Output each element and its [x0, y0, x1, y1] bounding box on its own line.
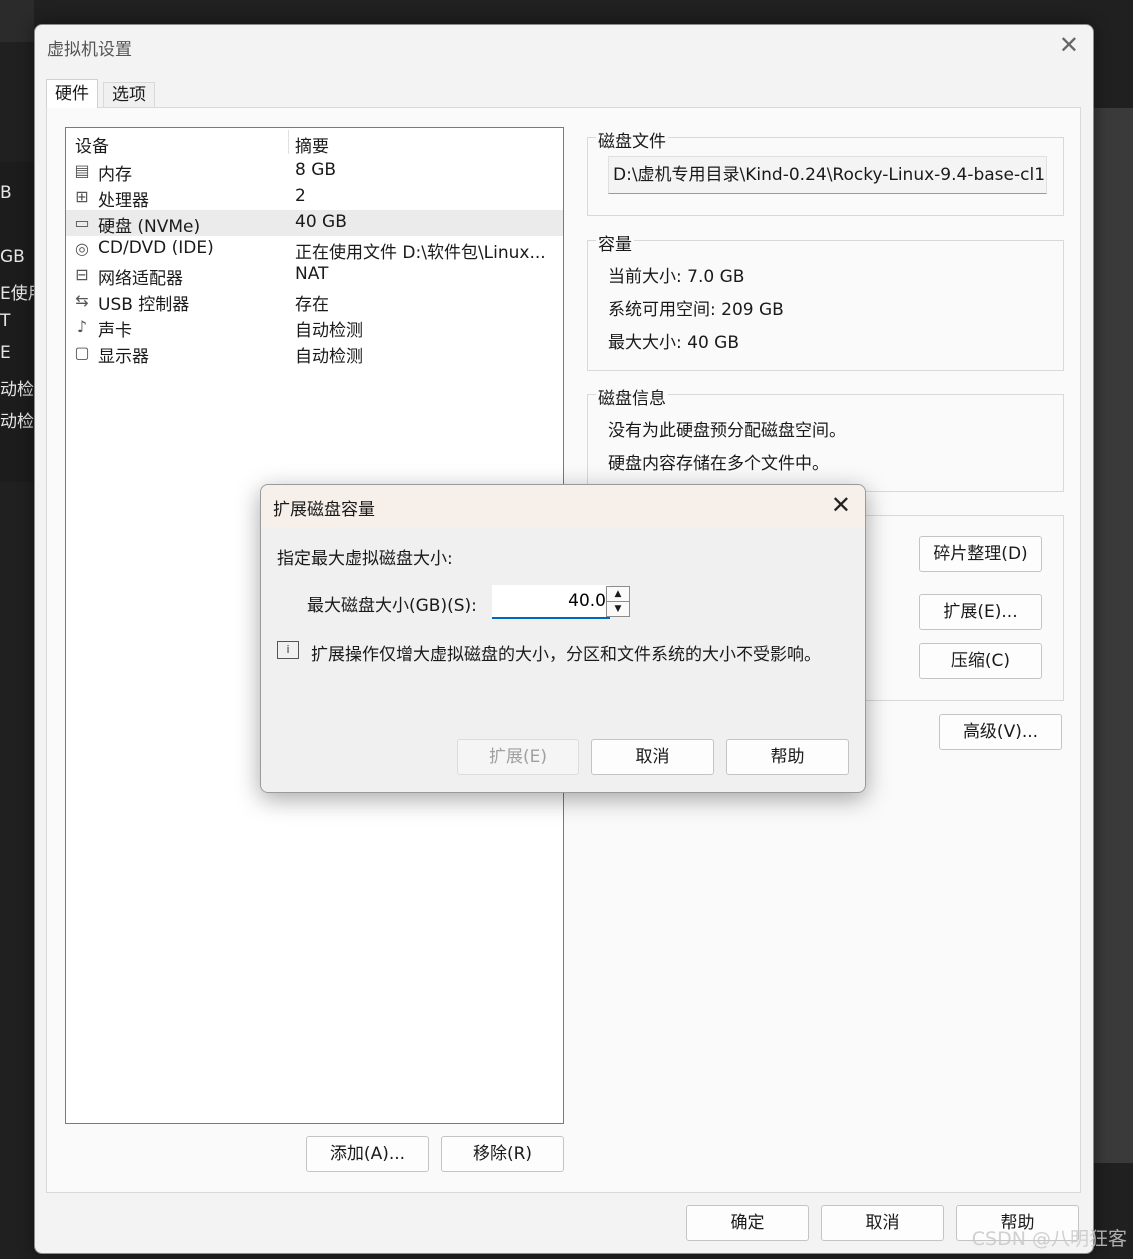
close-icon[interactable]: ✕: [1059, 31, 1079, 59]
device-summary: NAT: [295, 264, 329, 284]
spin-up-icon[interactable]: ▲: [606, 586, 630, 602]
available-space: 系统可用空间: 209 GB: [608, 300, 784, 320]
cd-icon: ◎: [75, 239, 89, 258]
device-summary: 自动检测: [295, 321, 363, 341]
device-summary: 存在: [295, 295, 329, 315]
monitor-icon: ▢: [74, 343, 90, 362]
expand-disk-dialog: 扩展磁盘容量 ✕ 指定最大虚拟磁盘大小: 最大磁盘大小(GB)(S): ▲ ▼ …: [260, 484, 866, 793]
network-icon: ⊟: [75, 265, 89, 284]
device-row-cd-dvd[interactable]: ◎ CD/DVD (IDE) 正在使用文件 D:\软件包\Linux...: [66, 236, 563, 263]
column-header-summary[interactable]: 摘要: [295, 132, 329, 157]
watermark: CSDN @八明狂客: [971, 1228, 1127, 1250]
disk-info-group: 磁盘信息 没有为此硬盘预分配磁盘空间。 硬盘内容存储在多个文件中。: [587, 384, 1064, 492]
max-size-input[interactable]: [492, 585, 610, 619]
ok-button[interactable]: 确定: [686, 1205, 809, 1241]
device-summary: 40 GB: [295, 212, 347, 232]
dialog-info-text: 扩展操作仅增大虚拟磁盘的大小，分区和文件系统的大小不受影响。: [311, 645, 821, 665]
speaker-icon: ♪: [76, 317, 88, 336]
device-name: CD/DVD (IDE): [98, 238, 214, 258]
group-title: 磁盘信息: [596, 384, 668, 409]
device-row-network[interactable]: ⊟ 网络适配器 NAT: [66, 262, 563, 289]
device-summary: 8 GB: [295, 160, 337, 180]
expand-button[interactable]: 扩展(E)...: [919, 594, 1042, 630]
current-size: 当前大小: 7.0 GB: [608, 267, 745, 287]
column-header-device[interactable]: 设备: [75, 132, 109, 157]
max-size-label: 最大磁盘大小(GB)(S):: [307, 596, 477, 616]
background-text: E: [0, 343, 11, 363]
compact-button[interactable]: 压缩(C): [919, 643, 1042, 679]
dialog-title: 扩展磁盘容量: [273, 500, 375, 520]
usb-icon: ⇆: [75, 291, 89, 310]
device-name: USB 控制器: [98, 295, 190, 315]
tab-hardware[interactable]: 硬件: [46, 79, 98, 108]
cancel-button[interactable]: 取消: [821, 1205, 944, 1241]
disk-file-group: 磁盘文件 D:\虚机专用目录\Kind-0.24\Rocky-Linux-9.4…: [587, 127, 1064, 216]
background-text: B: [0, 183, 12, 203]
dialog-expand-button[interactable]: 扩展(E): [457, 739, 579, 775]
hard-disk-icon: ▭: [74, 213, 90, 232]
dialog-prompt: 指定最大虚拟磁盘大小:: [277, 549, 453, 569]
device-summary: 自动检测: [295, 347, 363, 367]
remove-device-button[interactable]: 移除(R): [441, 1136, 564, 1172]
dialog-cancel-button[interactable]: 取消: [591, 739, 714, 775]
device-name: 内存: [98, 165, 132, 185]
defrag-button[interactable]: 碎片整理(D): [919, 536, 1042, 572]
dialog-titlebar: 扩展磁盘容量 ✕: [261, 485, 865, 527]
device-row-processor[interactable]: ⊞ 处理器 2: [66, 184, 563, 211]
device-row-usb[interactable]: ⇆ USB 控制器 存在: [66, 288, 563, 315]
device-name: 硬盘 (NVMe): [98, 217, 201, 237]
device-row-sound[interactable]: ♪ 声卡 自动检测: [66, 314, 563, 341]
device-name: 处理器: [98, 191, 149, 211]
spin-down-icon[interactable]: ▼: [606, 601, 630, 617]
background-text: T: [0, 311, 11, 331]
capacity-group: 容量 当前大小: 7.0 GB 系统可用空间: 209 GB 最大大小: 40 …: [587, 230, 1064, 371]
dialog-help-button[interactable]: 帮助: [726, 739, 849, 775]
group-title: 容量: [596, 230, 634, 255]
device-name: 网络适配器: [98, 269, 183, 289]
device-name: 显示器: [98, 347, 149, 367]
device-summary: 正在使用文件 D:\软件包\Linux...: [295, 243, 546, 263]
column-separator[interactable]: [288, 130, 289, 154]
device-row-memory[interactable]: ▤ 内存 8 GB: [66, 158, 563, 185]
advanced-button[interactable]: 高级(V)...: [939, 714, 1062, 750]
background-app-top: [0, 0, 34, 42]
cpu-icon: ⊞: [75, 187, 89, 206]
device-row-hard-disk[interactable]: ▭ 硬盘 (NVMe) 40 GB: [66, 210, 563, 237]
memory-icon: ▤: [74, 161, 90, 180]
tab-options[interactable]: 选项: [103, 82, 155, 108]
disk-file-path[interactable]: D:\虚机专用目录\Kind-0.24\Rocky-Linux-9.4-base…: [608, 156, 1047, 194]
info-icon: i: [277, 641, 299, 659]
close-icon[interactable]: ✕: [831, 491, 851, 519]
disk-info-line: 硬盘内容存储在多个文件中。: [608, 454, 829, 474]
device-summary: 2: [295, 186, 306, 206]
device-name: 声卡: [98, 321, 132, 341]
add-device-button[interactable]: 添加(A)...: [306, 1136, 429, 1172]
background-app-right: [1093, 108, 1133, 1163]
group-title: 磁盘文件: [596, 127, 668, 152]
disk-info-line: 没有为此硬盘预分配磁盘空间。: [608, 421, 846, 441]
max-size: 最大大小: 40 GB: [608, 333, 740, 353]
background-text: GB: [0, 247, 25, 267]
device-row-display[interactable]: ▢ 显示器 自动检测: [66, 340, 563, 367]
window-title: 虚拟机设置: [47, 40, 132, 60]
